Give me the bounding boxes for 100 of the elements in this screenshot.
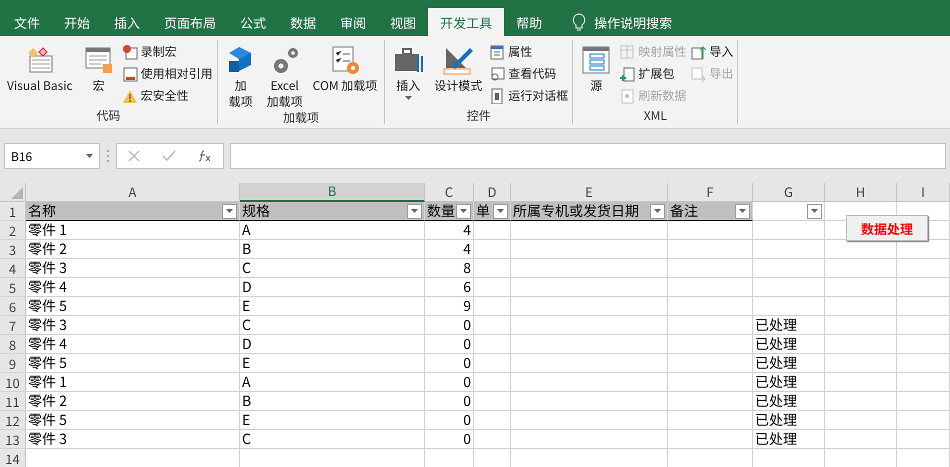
ribbon-small-button[interactable]: 导入 xyxy=(690,42,734,61)
filter-button[interactable] xyxy=(493,204,508,218)
column-title: 单 xyxy=(476,202,490,220)
ribbon-small-button[interactable]: 属性 xyxy=(489,42,568,61)
table-cell xyxy=(474,259,511,278)
ribbon-tab[interactable]: 开始 xyxy=(52,8,102,36)
dropdown-arrow-icon[interactable] xyxy=(497,209,504,213)
column-header[interactable]: H xyxy=(825,183,897,202)
filter-button[interactable] xyxy=(456,204,471,218)
column-header[interactable]: D xyxy=(474,183,511,202)
column-title: 数量 xyxy=(427,202,455,220)
filter-button[interactable] xyxy=(650,204,665,218)
ribbon-button[interactable]: 插入 xyxy=(389,40,428,108)
ribbon-button[interactable]: 设计模式 xyxy=(431,40,486,108)
ribbon-button[interactable]: 源 xyxy=(577,40,616,108)
ribbon-tab[interactable]: 审阅 xyxy=(328,8,378,36)
function-icon[interactable] xyxy=(198,150,212,162)
table-cell: 9 xyxy=(425,297,474,316)
column-header[interactable]: A xyxy=(26,183,240,202)
table-cell: 已处理 xyxy=(753,392,825,411)
table-cell xyxy=(825,411,897,430)
dropdown-arrow-icon[interactable] xyxy=(811,209,818,213)
row-header[interactable]: 2 xyxy=(0,221,26,240)
table-cell xyxy=(897,373,950,392)
row-header[interactable]: 10 xyxy=(0,373,26,392)
row-header[interactable]: 13 xyxy=(0,430,26,449)
ribbon-tab[interactable]: 页面布局 xyxy=(152,8,228,36)
process-data-button[interactable]: 数据处理 xyxy=(846,215,928,241)
row-header[interactable]: 12 xyxy=(0,411,26,430)
column-title: 备注 xyxy=(670,202,698,220)
dropdown-arrow-icon[interactable] xyxy=(460,209,467,213)
ribbon-button[interactable]: COM 加载项 xyxy=(310,40,380,110)
row-header[interactable]: 6 xyxy=(0,297,26,316)
filter-button[interactable] xyxy=(407,204,422,218)
column-header[interactable]: C xyxy=(425,183,474,202)
tell-me-search[interactable]: 操作说明搜索 xyxy=(594,12,672,32)
ribbon-small-button[interactable]: 运行对话框 xyxy=(489,86,568,105)
dropdown-arrow-icon[interactable] xyxy=(411,209,418,213)
filter-button[interactable] xyxy=(222,204,237,218)
ribbon-small-button[interactable]: 查看代码 xyxy=(489,64,568,83)
table-map-icon xyxy=(619,44,636,60)
table-cell: 4 xyxy=(425,221,474,240)
dropdown-arrow-icon[interactable] xyxy=(226,209,233,213)
table-cell: E xyxy=(240,354,425,373)
dropdown-arrow-icon[interactable] xyxy=(654,209,661,213)
ribbon-tab[interactable]: 视图 xyxy=(378,8,428,36)
formula-input[interactable] xyxy=(230,143,946,169)
name-box[interactable]: B16 xyxy=(4,143,100,169)
table-cell xyxy=(474,354,511,373)
table-cell xyxy=(825,392,897,411)
table-cell: 6 xyxy=(425,278,474,297)
column-header[interactable]: I xyxy=(897,183,950,202)
column-header[interactable]: E xyxy=(511,183,668,202)
row-header[interactable]: 9 xyxy=(0,354,26,373)
dropdown-arrow-icon[interactable] xyxy=(739,209,746,213)
table-cell xyxy=(474,373,511,392)
table-cell: 已处理 xyxy=(753,373,825,392)
ribbon-button[interactable]: Visual Basic xyxy=(4,40,76,108)
check-icon[interactable] xyxy=(162,150,176,162)
column-title: 规格 xyxy=(242,202,270,220)
table-cell: 零件 4 xyxy=(26,335,240,354)
dropdown-arrow-icon[interactable] xyxy=(86,154,93,158)
record-icon xyxy=(122,44,138,60)
ribbon-tab[interactable]: 数据 xyxy=(278,8,328,36)
ribbon-small-button[interactable]: 录制宏 xyxy=(122,42,213,61)
column-header[interactable]: B xyxy=(240,183,425,202)
row-header[interactable]: 14 xyxy=(0,449,26,467)
ribbon-tab[interactable]: 开发工具 xyxy=(428,8,504,36)
filter-button[interactable] xyxy=(807,204,822,218)
table-cell: 8 xyxy=(425,259,474,278)
row-header[interactable]: 3 xyxy=(0,240,26,259)
table-cell xyxy=(474,240,511,259)
table-cell xyxy=(474,430,511,449)
ribbon-small-button[interactable]: 使用相对引用 xyxy=(122,64,213,83)
ribbon-button[interactable]: 宏 xyxy=(80,40,118,108)
ribbon-button[interactable]: 加 载项 xyxy=(222,40,260,110)
row-header[interactable]: 7 xyxy=(0,316,26,335)
row-header[interactable]: 11 xyxy=(0,392,26,411)
row-header[interactable]: 1 xyxy=(0,202,26,221)
column-header[interactable]: F xyxy=(668,183,753,202)
column-header[interactable]: G xyxy=(753,183,825,202)
row-header[interactable]: 5 xyxy=(0,278,26,297)
filter-button[interactable] xyxy=(735,204,750,218)
table-cell xyxy=(897,297,950,316)
table-cell: 0 xyxy=(425,354,474,373)
ribbon-tab[interactable]: 插入 xyxy=(102,8,152,36)
ribbon-tab[interactable]: 帮助 xyxy=(504,8,554,36)
ribbon-small-button[interactable]: 扩展包 xyxy=(619,64,686,83)
row-header[interactable]: 8 xyxy=(0,335,26,354)
package-plus-icon xyxy=(619,66,636,82)
dialog-icon xyxy=(489,88,506,104)
ribbon-button[interactable]: Excel 加载项 xyxy=(264,40,306,110)
ribbon-tab[interactable]: 文件 xyxy=(2,8,52,36)
ribbon-tab[interactable]: 公式 xyxy=(228,8,278,36)
table-cell: 0 xyxy=(425,316,474,335)
table-cell: 0 xyxy=(425,411,474,430)
row-header[interactable]: 4 xyxy=(0,259,26,278)
table-cell xyxy=(897,335,950,354)
ribbon-small-button[interactable]: 宏安全性 xyxy=(122,86,213,105)
table-cell: 零件 2 xyxy=(26,392,240,411)
